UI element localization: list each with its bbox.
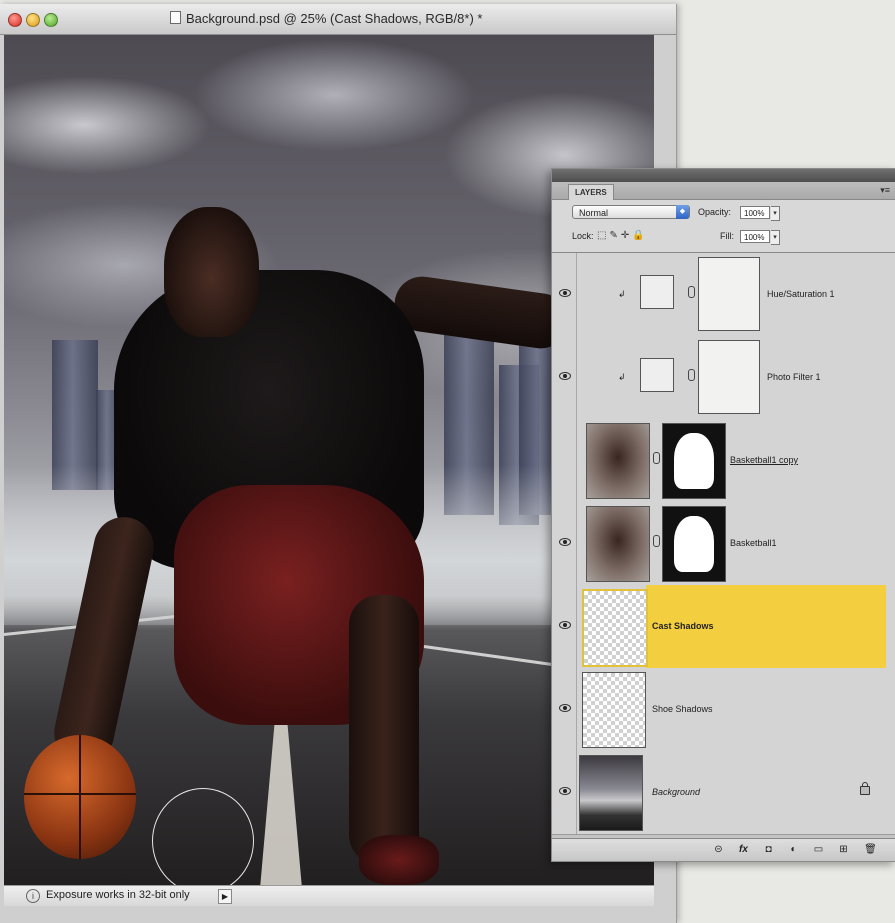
eye-icon — [559, 621, 571, 629]
blend-opacity-row: Normal ◆ Opacity: 100% ▾ — [552, 200, 895, 226]
clipping-arrow-icon: ↲ — [618, 372, 626, 382]
link-icon[interactable] — [653, 452, 660, 464]
clipping-arrow-icon: ↲ — [618, 289, 626, 299]
status-bar: i Exposure works in 32-bit only ▶ — [4, 885, 654, 906]
layers-panel: LAYERS ▾≡ Normal ◆ Opacity: 100% ▾ Lock:… — [551, 168, 895, 862]
fill-slider-arrow-icon[interactable]: ▾ — [771, 230, 780, 245]
visibility-toggle[interactable] — [552, 502, 577, 585]
player-head — [164, 207, 259, 337]
visibility-toggle[interactable] — [552, 253, 577, 336]
document-title: Background.psd @ 25% (Cast Shadows, RGB/… — [170, 11, 482, 26]
link-layers-icon[interactable]: ⊝ — [712, 843, 725, 856]
link-icon[interactable] — [688, 286, 695, 298]
blend-mode-value: Normal — [579, 208, 609, 218]
brush-cursor — [152, 788, 254, 885]
basketball-seam-vertical — [79, 735, 81, 859]
new-group-icon[interactable]: ▭ — [812, 843, 825, 856]
visibility-toggle[interactable] — [552, 668, 577, 751]
layer-name: Background — [652, 787, 701, 797]
trash-icon[interactable]: 🗑 — [864, 843, 877, 856]
layer-thumbnail[interactable] — [582, 672, 646, 748]
lock-label: Lock: — [572, 231, 594, 241]
opacity-slider-arrow-icon[interactable]: ▾ — [771, 206, 780, 221]
layer-name: Basketball1 copy — [730, 455, 799, 465]
minimize-window-button[interactable] — [26, 13, 40, 27]
link-icon[interactable] — [653, 535, 660, 547]
layer-name: Basketball1 — [730, 538, 777, 548]
photo-filter-icon — [640, 358, 674, 392]
layer-thumbnail[interactable] — [582, 589, 648, 667]
lock-fill-row: Lock: ⬚✎✛🔒 Fill: 100% ▾ — [552, 226, 895, 252]
layer-name: Hue/Saturation 1 — [767, 289, 835, 299]
status-menu-arrow-icon[interactable]: ▶ — [218, 889, 232, 904]
eye-icon — [559, 704, 571, 712]
layer-mask-thumbnail[interactable] — [698, 257, 760, 331]
document-icon — [170, 11, 181, 24]
layer-mask-thumbnail[interactable] — [662, 506, 726, 582]
lock-icon — [860, 782, 870, 795]
document-title-text: Background.psd @ 25% (Cast Shadows, RGB/… — [186, 11, 483, 26]
layers-list: ↲ Hue/Saturation 1 ↲ Photo Filter 1 Bask… — [552, 252, 895, 838]
hue-saturation-icon — [640, 275, 674, 309]
layer-thumbnail[interactable] — [579, 755, 643, 831]
chevron-down-icon: ◆ — [676, 205, 689, 219]
panel-tab-row: LAYERS ▾≡ — [552, 182, 895, 200]
visibility-toggle[interactable] — [552, 336, 577, 419]
layer-mask-thumbnail[interactable] — [662, 423, 726, 499]
eye-icon — [559, 372, 571, 380]
fill-label: Fill: — [720, 231, 734, 241]
link-icon[interactable] — [688, 369, 695, 381]
layer-thumbnail[interactable] — [586, 506, 650, 582]
blend-mode-select[interactable]: Normal ◆ — [572, 205, 690, 219]
layer-row-basketball1[interactable]: Basketball1 — [552, 502, 895, 586]
layer-row-background[interactable]: Background — [552, 751, 895, 835]
opacity-field[interactable]: 100% — [740, 206, 770, 219]
lock-options-icons[interactable]: ⬚✎✛🔒 — [597, 230, 648, 241]
layer-row-hue-saturation[interactable]: ↲ Hue/Saturation 1 — [552, 253, 895, 337]
fx-icon[interactable]: fx — [737, 843, 750, 856]
visibility-toggle[interactable] — [552, 751, 577, 834]
layer-name: Cast Shadows — [652, 621, 714, 631]
player-leg — [349, 595, 419, 865]
panel-footer: ⊝ fx ◘ ◐ ▭ ⊞ 🗑 — [552, 838, 895, 861]
eye-icon — [559, 538, 571, 546]
layers-tab[interactable]: LAYERS — [568, 184, 614, 200]
layer-name: Shoe Shadows — [652, 704, 713, 714]
fill-field[interactable]: 100% — [740, 230, 770, 243]
layer-row-shoe-shadows[interactable]: Shoe Shadows — [552, 668, 895, 752]
adjustment-layer-icon[interactable]: ◐ — [787, 843, 800, 856]
document-titlebar[interactable]: Background.psd @ 25% (Cast Shadows, RGB/… — [0, 4, 676, 35]
silhouette-mask — [674, 433, 714, 489]
layer-row-photo-filter[interactable]: ↲ Photo Filter 1 — [552, 336, 895, 420]
zoom-window-button[interactable] — [44, 13, 58, 27]
layer-row-cast-shadows[interactable]: Cast Shadows — [552, 585, 895, 669]
layer-mask-thumbnail[interactable] — [698, 340, 760, 414]
visibility-toggle[interactable] — [552, 585, 577, 668]
layer-thumbnail[interactable] — [586, 423, 650, 499]
layer-name: Photo Filter 1 — [767, 372, 821, 382]
panel-menu-icon[interactable]: ▾≡ — [880, 185, 890, 196]
close-window-button[interactable] — [8, 13, 22, 27]
panel-drag-bar[interactable] — [552, 169, 895, 182]
eye-icon — [559, 787, 571, 795]
visibility-toggle[interactable] — [552, 419, 577, 502]
layer-row-basketball1-copy[interactable]: Basketball1 copy — [552, 419, 895, 503]
silhouette-mask — [674, 516, 714, 572]
opacity-label: Opacity: — [698, 207, 732, 217]
road-edge-right — [423, 645, 563, 668]
status-text: Exposure works in 32-bit only — [46, 889, 190, 901]
new-layer-icon[interactable]: ⊞ — [837, 843, 850, 856]
info-icon[interactable]: i — [26, 889, 40, 903]
player-shoe — [359, 835, 439, 885]
add-mask-icon[interactable]: ◘ — [762, 843, 775, 856]
eye-icon — [559, 289, 571, 297]
